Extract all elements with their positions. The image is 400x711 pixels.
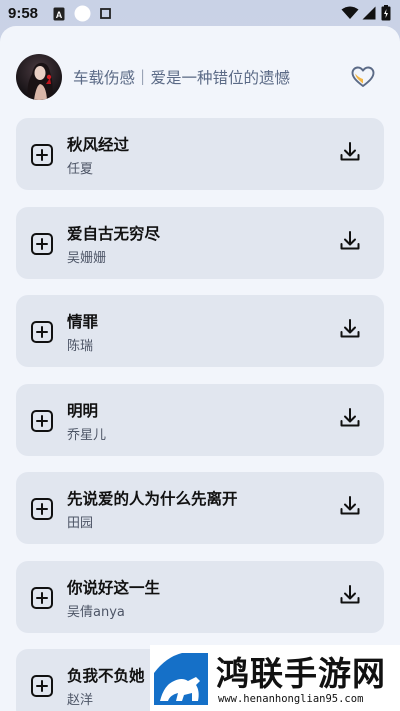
notification-a-icon: A — [53, 7, 65, 21]
watermark-url: www.henanhonglian95.com — [218, 693, 364, 705]
download-icon[interactable] — [338, 317, 362, 341]
list-item[interactable]: 秋风经过 任夏 — [16, 118, 384, 190]
list-item[interactable]: 爱自古无穷尽 吴姗姗 — [16, 206, 384, 279]
song-title: 负我不负她 — [67, 667, 145, 685]
download-icon[interactable] — [338, 229, 362, 253]
avatar[interactable] — [16, 54, 62, 100]
song-list: 秋风经过 任夏 爱自古无穷尽 吴姗姗 情罪 陈瑞 明明 乔星儿 先说爱的人为什么… — [16, 118, 384, 711]
list-item[interactable]: 明明 乔星儿 — [16, 383, 384, 456]
playlist-title: 车载伤感｜爱是一种错位的遗憾 — [73, 69, 291, 87]
add-to-playlist-icon[interactable] — [30, 232, 54, 256]
song-title: 明明 — [67, 401, 99, 420]
song-title: 秋风经过 — [67, 136, 130, 154]
download-icon[interactable] — [338, 494, 362, 518]
signal-icon — [362, 6, 376, 20]
list-item[interactable]: 你说好这一生 吴倩anya — [16, 560, 384, 633]
list-item[interactable]: 情罪 陈瑞 — [16, 295, 384, 367]
download-icon[interactable] — [338, 140, 362, 164]
song-artist: 吴姗姗 — [67, 250, 107, 266]
song-artist: 任夏 — [67, 162, 94, 177]
song-title: 爱自古无穷尽 — [67, 224, 161, 243]
song-artist: 吴倩anya — [67, 604, 125, 620]
list-item[interactable]: 先说爱的人为什么先离开 田园 — [16, 472, 384, 544]
app-screen: 9:58 A 车载伤感｜爱是一种错位的遗憾 秋风经过 任夏 爱自古无穷尽 吴姗姗… — [0, 0, 400, 711]
download-icon[interactable] — [338, 583, 362, 607]
heart-icon[interactable] — [350, 64, 376, 90]
watermark-logo — [152, 651, 210, 707]
square-icon — [100, 8, 111, 19]
song-title: 你说好这一生 — [67, 578, 161, 597]
add-to-playlist-icon[interactable] — [30, 674, 54, 698]
add-to-playlist-icon[interactable] — [30, 409, 54, 433]
song-artist: 陈瑞 — [67, 339, 94, 354]
circle-icon — [74, 5, 91, 22]
svg-text:A: A — [56, 10, 63, 20]
status-bar: 9:58 A — [0, 0, 400, 28]
playlist-sheet: 车载伤感｜爱是一种错位的遗憾 秋风经过 任夏 爱自古无穷尽 吴姗姗 情罪 陈瑞 … — [0, 26, 400, 711]
playlist-header: 车载伤感｜爱是一种错位的遗憾 — [16, 54, 384, 100]
watermark-title: 鸿联手游网 — [216, 654, 386, 693]
song-artist: 田园 — [67, 516, 94, 531]
battery-icon — [381, 5, 391, 21]
add-to-playlist-icon[interactable] — [30, 320, 54, 344]
watermark: 鸿联手游网 www.henanhonglian95.com — [150, 645, 400, 711]
song-artist: 赵洋 — [67, 693, 94, 708]
add-to-playlist-icon[interactable] — [30, 586, 54, 610]
add-to-playlist-icon[interactable] — [30, 143, 54, 167]
wifi-icon — [341, 6, 359, 19]
song-artist: 乔星儿 — [67, 427, 107, 443]
add-to-playlist-icon[interactable] — [30, 497, 54, 521]
song-title: 情罪 — [67, 313, 99, 331]
status-time: 9:58 — [8, 5, 39, 22]
download-icon[interactable] — [338, 406, 362, 430]
song-title: 先说爱的人为什么先离开 — [67, 490, 238, 508]
